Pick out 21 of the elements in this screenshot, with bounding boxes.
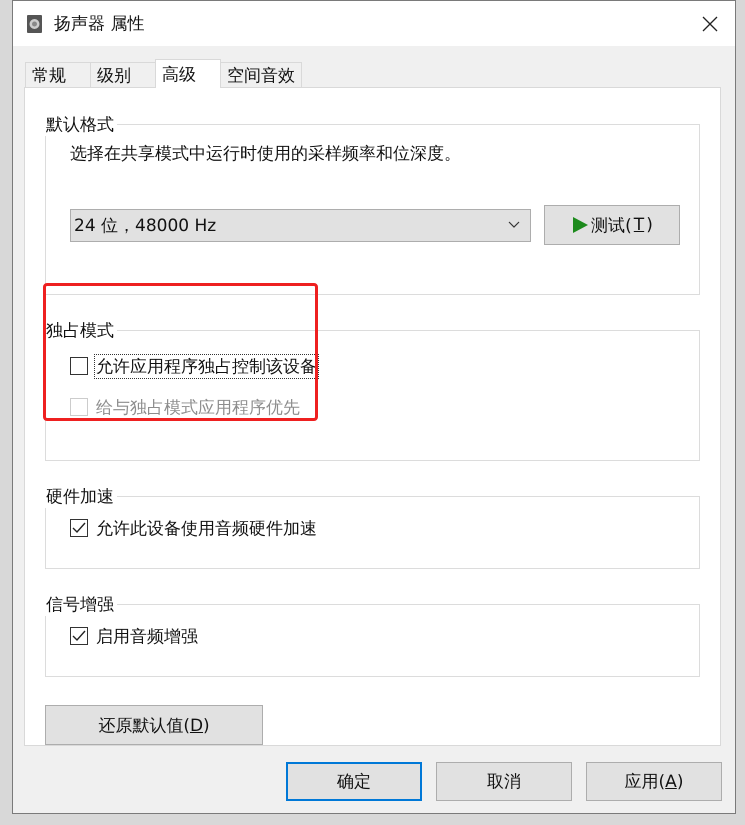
dialog-button[interactable]: 取消 <box>436 762 572 801</box>
checkbox-label[interactable]: 允许应用程序独占控制该设备 <box>94 354 319 378</box>
checkbox-label[interactable]: 允许此设备使用音频硬件加速 <box>94 516 319 540</box>
checkbox[interactable] <box>70 357 88 375</box>
test-button[interactable]: 测试(T) <box>544 205 680 245</box>
tab[interactable]: 高级 <box>155 59 221 88</box>
checkbox[interactable] <box>70 519 88 537</box>
format-dropdown[interactable]: 24 位，48000 Hz <box>70 208 531 242</box>
description-text: 选择在共享模式中运行时使用的采样频率和位深度。 <box>70 143 462 165</box>
checkbox-label[interactable]: 启用音频增强 <box>94 624 200 648</box>
checkbox[interactable] <box>70 627 88 645</box>
speaker-icon <box>26 14 44 34</box>
play-icon <box>571 216 590 234</box>
close-icon[interactable] <box>702 16 718 32</box>
chevron-down-icon <box>508 221 520 229</box>
dialog-button[interactable]: 应用(A) <box>586 762 722 801</box>
window-title: 扬声器 属性 <box>54 13 144 35</box>
tab[interactable]: 空间音效 <box>220 62 302 87</box>
tab[interactable]: 常规 <box>25 62 91 87</box>
dialog-button[interactable]: 确定 <box>286 762 422 801</box>
restore-defaults-button[interactable]: 还原默认值(D) <box>45 705 263 745</box>
